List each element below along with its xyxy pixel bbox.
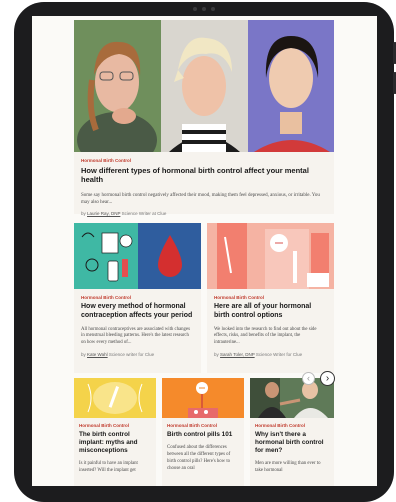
card-period-by: by (81, 352, 86, 358)
card-men-excerpt: Men are more willing than ever to take h… (255, 461, 321, 473)
chevron-left-icon: ‹ (307, 373, 310, 383)
hero-image (74, 20, 334, 152)
carousel-prev-button[interactable]: ‹ (302, 372, 315, 385)
card-men-image (250, 378, 334, 418)
card-options-author-role: Science Writer for Clue (255, 352, 303, 358)
chevron-right-icon: › (325, 372, 330, 384)
hero-by: by (81, 211, 86, 217)
card-options-by: by (214, 352, 219, 358)
card-period-byline: by Kate Wahl Science writer for Clue (81, 352, 194, 357)
card-pills-category[interactable]: Hormonal Birth Control (167, 423, 239, 428)
hero-excerpt: Some say hormonal birth control negative… (81, 192, 320, 205)
article-card-implant[interactable]: Hormonal Birth Control The birth control… (74, 378, 156, 486)
card-men-category[interactable]: Hormonal Birth Control (255, 423, 329, 428)
card-period-image (74, 223, 201, 289)
screen: Hormonal Birth Control How different typ… (32, 16, 377, 486)
hero-byline: by Laurie Ray, DNP Science Writer at Clu… (81, 211, 327, 216)
card-implant-image (74, 378, 156, 418)
card-period-author-role: Science writer for Clue (108, 352, 155, 358)
card-period-author-link[interactable]: Kate Wahl (87, 352, 108, 357)
tablet-frame: Hormonal Birth Control How different typ… (14, 2, 396, 502)
carousel-next-button[interactable]: › (320, 371, 335, 386)
hero-article-card[interactable]: Hormonal Birth Control How different typ… (74, 20, 334, 216)
card-pills-excerpt: Confused about the differences between a… (167, 445, 231, 471)
card-options-author-link[interactable]: Sarah Toler, DNP (220, 352, 255, 357)
card-period-title[interactable]: How every method of hormonal contracepti… (81, 303, 194, 321)
article-card-period[interactable]: Hormonal Birth Control How every method … (74, 223, 201, 373)
hero-category[interactable]: Hormonal Birth Control (81, 158, 327, 163)
article-card-men[interactable]: Hormonal Birth Control Why isn't there a… (250, 378, 334, 486)
card-period-category[interactable]: Hormonal Birth Control (81, 295, 194, 300)
card-implant-title[interactable]: The birth control implant: myths and mis… (79, 431, 151, 455)
card-options-category[interactable]: Hormonal Birth Control (214, 295, 327, 300)
hero-title[interactable]: How different types of hormonal birth co… (81, 166, 327, 185)
card-options-excerpt: We looked into the research to find out … (214, 326, 317, 346)
card-pills-title[interactable]: Birth control pills 101 (167, 431, 239, 439)
camera-notch (186, 6, 222, 12)
hero-author-role: Science Writer at Clue (121, 211, 167, 217)
card-men-title[interactable]: Why isn't there a hormonal birth control… (255, 431, 329, 455)
hero-author-link[interactable]: Laurie Ray, DNP (87, 211, 120, 216)
card-options-image (207, 223, 334, 289)
card-pills-image (162, 378, 244, 418)
card-implant-category[interactable]: Hormonal Birth Control (79, 423, 151, 428)
card-options-title[interactable]: Here are all of your hormonal birth cont… (214, 303, 327, 321)
card-period-excerpt: All hormonal contraceptives are associat… (81, 326, 190, 346)
card-options-byline: by Sarah Toler, DNP Science Writer for C… (214, 352, 327, 357)
article-card-pills[interactable]: Hormonal Birth Control Birth control pil… (162, 378, 244, 486)
article-card-options[interactable]: Hormonal Birth Control Here are all of y… (207, 223, 334, 373)
card-implant-excerpt: Is it painful to have an implant inserte… (79, 461, 138, 473)
